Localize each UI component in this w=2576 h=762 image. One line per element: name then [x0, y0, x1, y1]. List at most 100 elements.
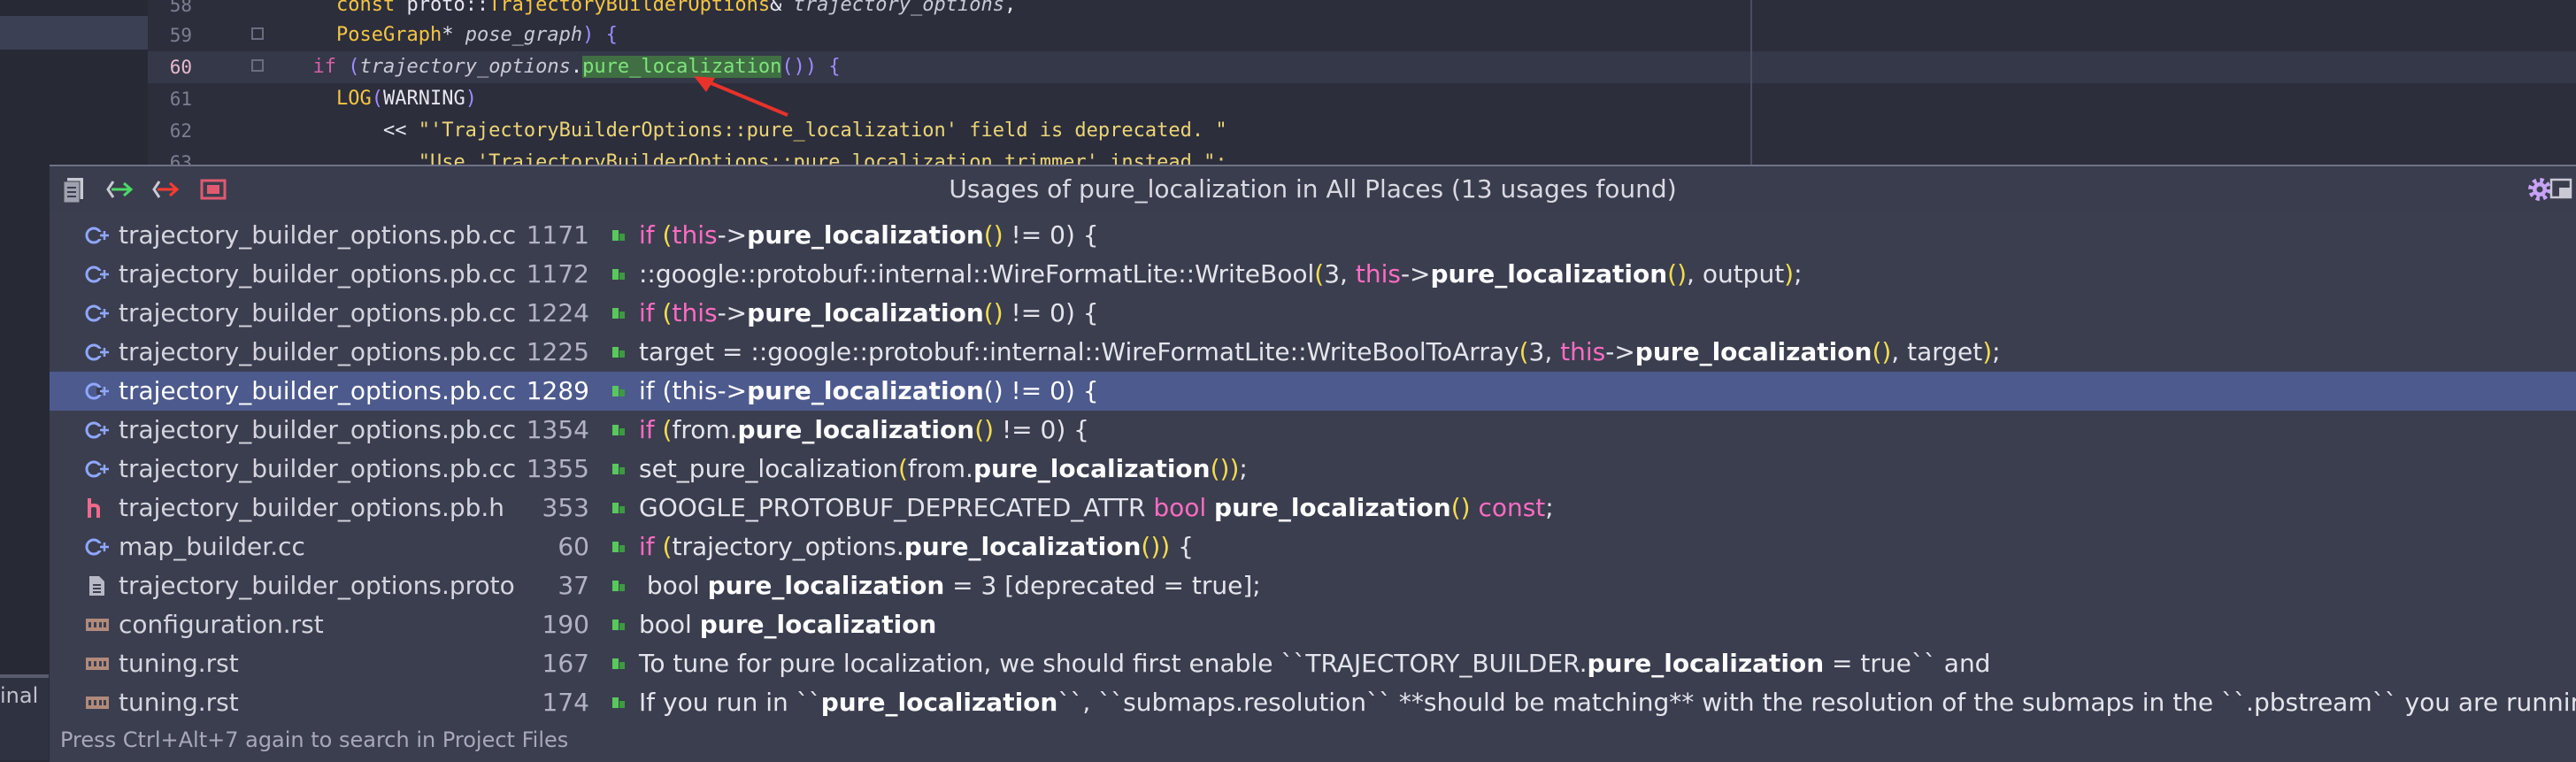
usage-line-number: 353	[542, 493, 589, 522]
snippet-token: if	[639, 298, 663, 327]
snippet-token: ::google::protobuf::internal::WireFormat…	[639, 259, 1315, 289]
usage-line-number: 174	[542, 688, 589, 717]
rst-file-icon	[86, 658, 109, 670]
code-token: TrajectoryBuilderOptions	[488, 0, 771, 16]
snippet-token: )	[1784, 259, 1795, 289]
code-line[interactable]: 62 << "'TrajectoryBuilderOptions::pure_l…	[148, 115, 2576, 147]
snippet-token: () != 0) {	[983, 376, 1099, 405]
popup-header: Usages of pure_localization in All Place…	[50, 166, 2576, 212]
usage-code-snippet: bool pure_localization	[639, 605, 936, 644]
code-line[interactable]: 61 LOG(WARNING)	[148, 83, 2576, 115]
find-usages-popup[interactable]: Usages of pure_localization in All Place…	[50, 165, 2576, 762]
snippet-token: (	[662, 220, 673, 250]
pin-window-icon[interactable]	[2549, 177, 2572, 200]
usage-row[interactable]: trajectory_builder_options.pb.cc 1355 set_…	[50, 450, 2576, 489]
line-number: 58	[169, 0, 192, 16]
usage-type-icon	[612, 658, 625, 669]
usage-row[interactable]: trajectory_builder_options.pb.cc 1225 targ…	[50, 333, 2576, 372]
snippet-token: const	[1478, 493, 1546, 522]
fold-marker-icon[interactable]	[251, 59, 264, 72]
usage-code-snippet: if (from.pure_localization() != 0) {	[639, 411, 1089, 450]
code-text: LOG(WARNING)	[289, 83, 477, 115]
usage-type-icon	[612, 308, 625, 319]
tool-window-divider	[0, 674, 49, 678]
usage-row[interactable]: trajectory_builder_options.pb.h 353 GOOGLE…	[50, 489, 2576, 527]
matched-identifier: pure_localization	[737, 415, 975, 444]
usage-line-number: 1354	[526, 415, 589, 444]
snippet-token: ;	[1545, 493, 1554, 522]
usage-code-snippet: if (trajectory_options.pure_localization…	[639, 527, 1194, 566]
cpp-file-icon	[85, 304, 109, 322]
snippet-token: ->	[717, 220, 748, 250]
matched-identifier: pure_localization	[973, 454, 1211, 483]
snippet-token: ())	[1141, 532, 1171, 561]
usage-type-icon	[612, 386, 625, 396]
usage-line-number: 1355	[526, 454, 589, 483]
usage-row[interactable]: trajectory_builder_options.pb.cc 1354 if (…	[50, 411, 2576, 450]
usage-row[interactable]: map_builder.cc 60 if (trajectory_options.p…	[50, 527, 2576, 566]
usage-line-number: 1171	[526, 220, 589, 250]
snippet-token: this	[1355, 259, 1401, 289]
usage-row[interactable]: trajectory_builder_options.pb.cc 1171 if (…	[50, 216, 2576, 255]
snippet-token: this	[1560, 337, 1606, 366]
code-token: &	[770, 0, 794, 16]
code-token: ,	[1004, 0, 1017, 16]
fold-marker-icon[interactable]	[251, 27, 264, 40]
usage-row[interactable]: trajectory_builder_options.proto 37 bool …	[50, 566, 2576, 605]
usage-code-snippet: ::google::protobuf::internal::WireFormat…	[639, 255, 1803, 294]
usage-line-number: 167	[542, 649, 589, 678]
matched-identifier: pure_localization	[1634, 337, 1872, 366]
project-tree-selected-item[interactable]	[0, 16, 148, 50]
snippet-token: ()	[974, 415, 995, 444]
snippet-token: 3,	[1528, 337, 1561, 366]
snippet-token: , output	[1687, 259, 1785, 289]
code-token: WARNING	[382, 88, 465, 110]
code-token: LOG	[335, 88, 372, 110]
snippet-token: ``, ``submaps.resolution`` **should be m…	[1057, 688, 2576, 717]
code-line[interactable]: 58 const proto::TrajectoryBuilderOptions…	[148, 0, 2576, 21]
terminal-tab-label: inal	[0, 683, 39, 708]
usage-type-icon	[612, 269, 625, 280]
cpp-file-icon	[85, 227, 109, 244]
code-token: trajectory_options	[793, 0, 1004, 16]
code-line[interactable]: 59 PoseGraph* pose_graph) {	[148, 19, 2576, 51]
usage-row[interactable]: trajectory_builder_options.pb.cc 1172::go…	[50, 255, 2576, 294]
usage-type-icon	[612, 542, 625, 552]
code-token: if	[312, 56, 337, 78]
snippet-token: ->	[717, 298, 748, 327]
snippet-token: ;	[1794, 259, 1803, 289]
code-token: <<	[289, 119, 419, 142]
cpp-file-icon	[85, 460, 109, 478]
usage-line-number: 1289	[526, 376, 589, 405]
usage-file-name: map_builder.cc	[119, 532, 305, 561]
snippet-token: ->	[1605, 337, 1635, 366]
line-number: 59	[169, 25, 192, 46]
snippet-token: ;	[1239, 454, 1248, 483]
usage-row[interactable]: configuration.rst 190 bool pure_localizati…	[50, 605, 2576, 644]
usage-row[interactable]: trajectory_builder_options.pb.cc 1224 if (…	[50, 294, 2576, 333]
header-file-icon	[88, 498, 100, 518]
snippet-token: != 0) {	[1003, 298, 1099, 327]
code-text: const proto::TrajectoryBuilderOptions& t…	[289, 0, 1016, 21]
usage-row[interactable]: tuning.rst 167 To tune for pure localizati…	[50, 644, 2576, 683]
matched-identifier: pure_localization	[1430, 259, 1668, 289]
code-token: .	[570, 56, 583, 78]
code-token: *	[442, 24, 465, 46]
popup-title: Usages of pure_localization in All Place…	[949, 174, 1677, 204]
matched-identifier: pure_localization	[747, 298, 984, 327]
usage-code-snippet: target = ::google::protobuf::internal::W…	[639, 333, 2001, 372]
usage-type-icon	[612, 425, 625, 435]
code-line[interactable]: 60 if (trajectory_options.pure_localizat…	[148, 51, 2576, 83]
snippet-token: if	[639, 532, 663, 561]
usage-code-snippet: bool pure_localization = 3 [deprecated =…	[639, 566, 1261, 605]
line-number: 62	[169, 120, 192, 142]
usage-code-snippet: if (this->pure_localization() != 0) {	[639, 216, 1099, 255]
usage-row[interactable]: tuning.rst 174 If you run in ``pure_locali…	[50, 683, 2576, 722]
usage-row[interactable]: trajectory_builder_options.pb.cc 1289 if (…	[50, 372, 2576, 411]
usage-line-number: 1172	[526, 259, 589, 289]
snippet-token: if	[639, 415, 663, 444]
usage-file-name: tuning.rst	[119, 649, 239, 678]
